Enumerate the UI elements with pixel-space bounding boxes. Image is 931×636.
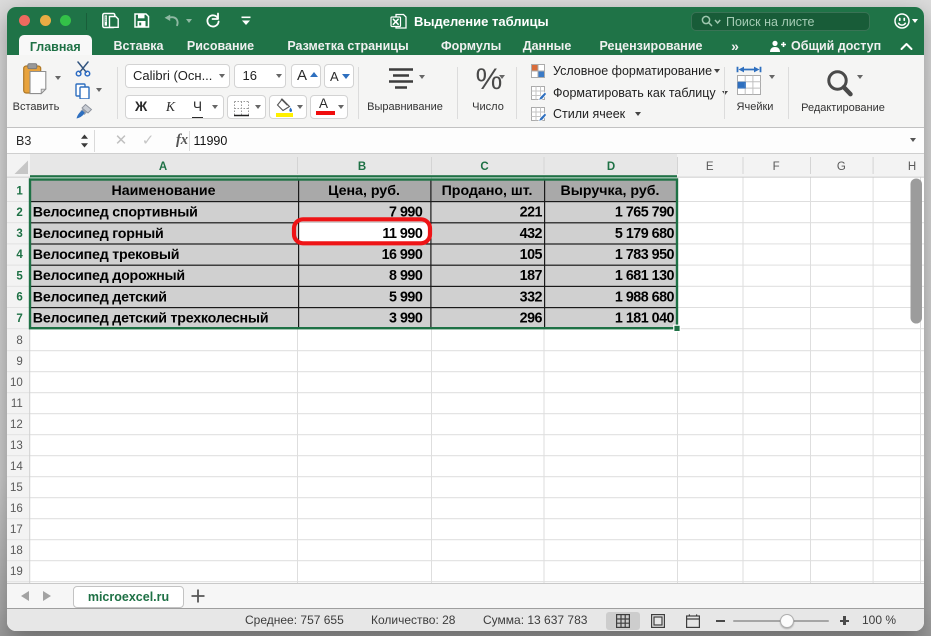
svg-text:7: 7 — [16, 313, 22, 325]
svg-text:1 765 790: 1 765 790 — [615, 205, 675, 221]
svg-text:16 990: 16 990 — [382, 247, 423, 263]
svg-text:E: E — [706, 161, 714, 173]
svg-text:5: 5 — [16, 270, 23, 282]
svg-text:432: 432 — [520, 226, 543, 242]
svg-text:Велосипед трековый: Велосипед трековый — [33, 247, 180, 263]
svg-text:Велосипед детский: Велосипед детский — [33, 289, 167, 305]
svg-text:Наименование: Наименование — [111, 183, 215, 199]
svg-text:296: 296 — [520, 311, 543, 327]
svg-text:187: 187 — [520, 268, 543, 284]
svg-text:332: 332 — [520, 289, 543, 305]
svg-text:14: 14 — [10, 461, 23, 473]
svg-text:B: B — [358, 161, 366, 173]
svg-text:A: A — [159, 161, 167, 173]
svg-text:11: 11 — [11, 398, 23, 410]
svg-text:17: 17 — [10, 524, 23, 536]
svg-text:18: 18 — [10, 545, 23, 557]
svg-text:1 783 950: 1 783 950 — [615, 247, 675, 263]
svg-text:11 990: 11 990 — [382, 226, 422, 242]
svg-text:Цена, руб.: Цена, руб. — [328, 183, 400, 199]
svg-text:9: 9 — [16, 356, 22, 368]
svg-text:6: 6 — [16, 292, 22, 304]
svg-text:Велосипед спортивный: Велосипед спортивный — [33, 205, 198, 221]
svg-text:8 990: 8 990 — [389, 268, 423, 284]
svg-text:Выручка, руб.: Выручка, руб. — [561, 183, 660, 199]
svg-text:221: 221 — [520, 205, 543, 221]
svg-text:12: 12 — [10, 419, 23, 431]
svg-text:Велосипед горный: Велосипед горный — [33, 226, 164, 242]
svg-text:8: 8 — [16, 335, 22, 347]
svg-text:1 181 040: 1 181 040 — [615, 311, 675, 327]
svg-text:16: 16 — [10, 503, 23, 515]
svg-text:2: 2 — [16, 207, 22, 219]
svg-text:Велосипед дорожный: Велосипед дорожный — [33, 268, 185, 284]
svg-text:H: H — [908, 161, 916, 173]
svg-text:15: 15 — [10, 482, 23, 494]
svg-text:4: 4 — [16, 249, 23, 261]
svg-text:3: 3 — [16, 228, 22, 240]
svg-text:13: 13 — [10, 440, 23, 452]
svg-text:3 990: 3 990 — [389, 311, 423, 327]
svg-text:1: 1 — [16, 186, 23, 198]
svg-text:Продано, шт.: Продано, шт. — [442, 183, 533, 199]
svg-text:19: 19 — [10, 566, 23, 578]
svg-text:F: F — [773, 161, 780, 173]
svg-text:D: D — [607, 161, 615, 173]
svg-text:G: G — [837, 161, 846, 173]
svg-text:105: 105 — [520, 247, 543, 263]
svg-text:C: C — [480, 161, 488, 173]
svg-text:10: 10 — [10, 377, 23, 389]
svg-text:5 990: 5 990 — [389, 289, 423, 305]
svg-text:1 988 680: 1 988 680 — [615, 289, 675, 305]
svg-text:1 681 130: 1 681 130 — [615, 268, 675, 284]
svg-text:Велосипед детский трехколесный: Велосипед детский трехколесный — [33, 311, 269, 327]
svg-text:5 179 680: 5 179 680 — [615, 226, 675, 242]
